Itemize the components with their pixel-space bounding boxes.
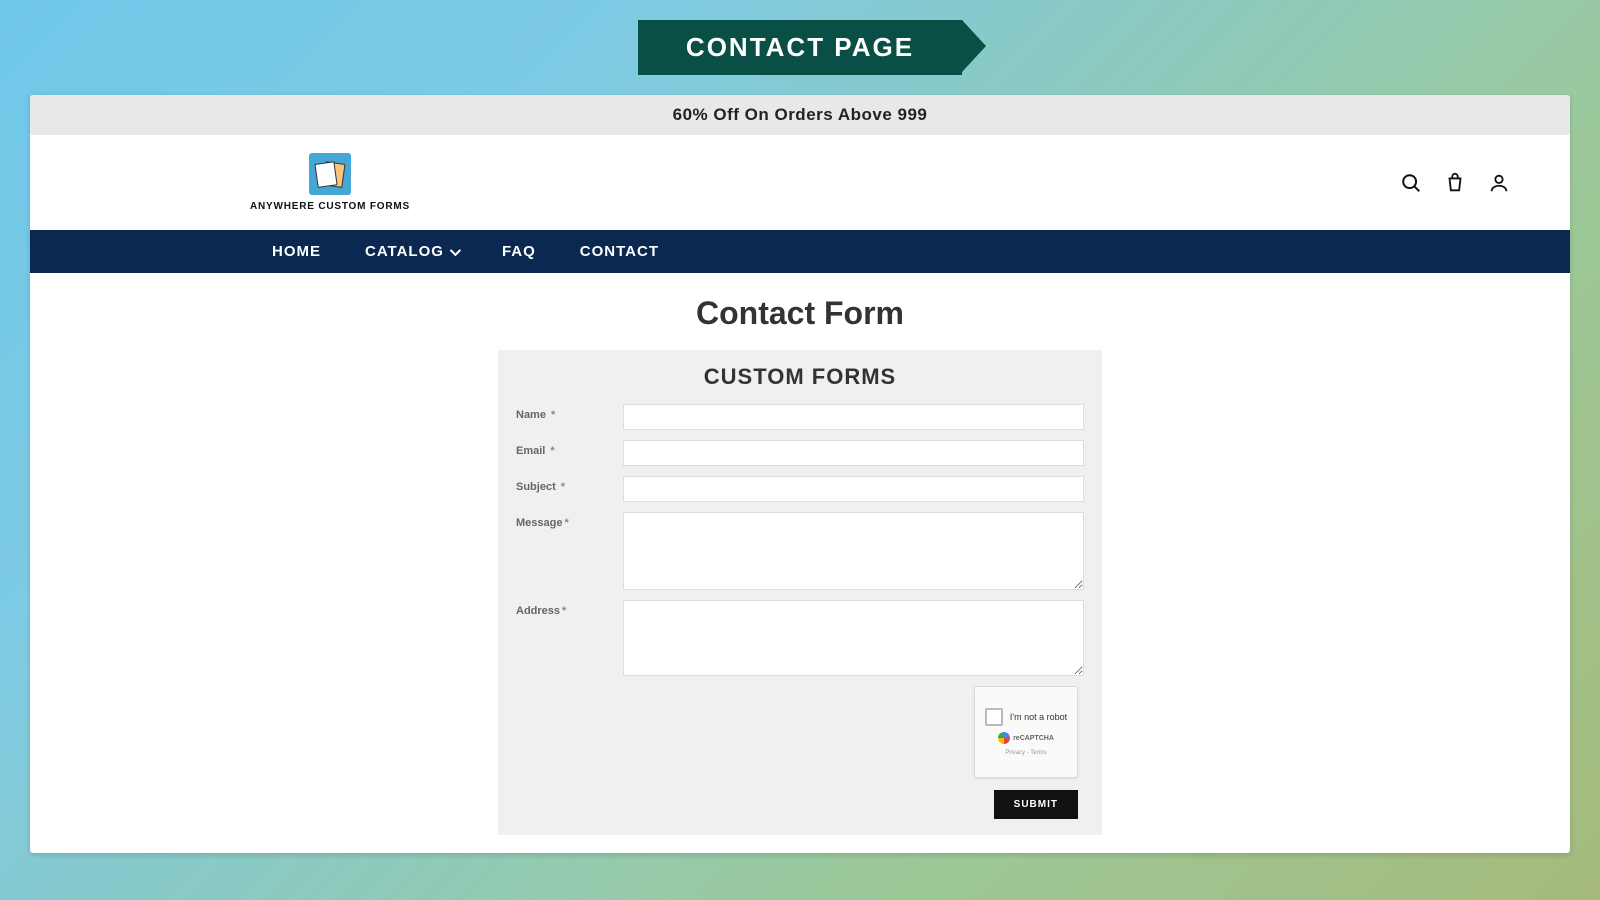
header-icons bbox=[1400, 172, 1510, 194]
address-input[interactable] bbox=[623, 600, 1084, 676]
announcement-bar: 60% Off On Orders Above 999 bbox=[30, 95, 1570, 135]
announcement-text: 60% Off On Orders Above 999 bbox=[673, 105, 928, 124]
recaptcha-terms: Privacy - Terms bbox=[1005, 750, 1046, 756]
nav-contact-label: CONTACT bbox=[580, 243, 659, 260]
nav-faq[interactable]: FAQ bbox=[480, 230, 558, 273]
email-input[interactable] bbox=[623, 440, 1084, 466]
message-label: Message* bbox=[516, 512, 611, 590]
page-container: 60% Off On Orders Above 999 ANYWHERE CUS… bbox=[30, 95, 1570, 853]
recaptcha-checkbox[interactable] bbox=[985, 708, 1003, 726]
form-card: CUSTOM FORMS Name * Email * Subject * Me… bbox=[498, 350, 1102, 835]
subject-label: Subject * bbox=[516, 476, 611, 502]
recaptcha-widget[interactable]: I'm not a robot reCAPTCHA Privacy - Term… bbox=[974, 686, 1078, 778]
name-label: Name * bbox=[516, 404, 611, 430]
message-input[interactable] bbox=[623, 512, 1084, 590]
site-header: ANYWHERE CUSTOM FORMS bbox=[30, 135, 1570, 230]
site-logo[interactable]: ANYWHERE CUSTOM FORMS bbox=[250, 153, 410, 212]
name-input[interactable] bbox=[623, 404, 1084, 430]
address-label: Address* bbox=[516, 600, 611, 676]
submit-button[interactable]: SUBMIT bbox=[994, 790, 1078, 819]
nav-faq-label: FAQ bbox=[502, 243, 536, 260]
logo-text: ANYWHERE CUSTOM FORMS bbox=[250, 201, 410, 212]
nav-contact[interactable]: CONTACT bbox=[558, 230, 681, 273]
ribbon-text: CONTACT PAGE bbox=[686, 32, 914, 62]
logo-icon bbox=[309, 153, 351, 195]
nav-catalog-label: CATALOG bbox=[365, 243, 444, 260]
page-title: Contact Form bbox=[30, 295, 1570, 332]
email-label: Email * bbox=[516, 440, 611, 466]
main-navbar: HOME CATALOG FAQ CONTACT bbox=[30, 230, 1570, 273]
subject-input[interactable] bbox=[623, 476, 1084, 502]
nav-home-label: HOME bbox=[272, 243, 321, 260]
search-icon[interactable] bbox=[1400, 172, 1422, 194]
recaptcha-logo-icon bbox=[998, 732, 1010, 744]
nav-catalog[interactable]: CATALOG bbox=[343, 230, 480, 273]
ribbon-banner: CONTACT PAGE bbox=[638, 20, 962, 75]
form-title: CUSTOM FORMS bbox=[516, 364, 1084, 390]
main-content: Contact Form CUSTOM FORMS Name * Email *… bbox=[30, 273, 1570, 853]
nav-home[interactable]: HOME bbox=[250, 230, 343, 273]
recaptcha-label: I'm not a robot bbox=[1010, 712, 1067, 722]
recaptcha-brand: reCAPTCHA bbox=[998, 732, 1054, 744]
chevron-down-icon bbox=[450, 244, 461, 255]
account-icon[interactable] bbox=[1488, 172, 1510, 194]
cart-icon[interactable] bbox=[1444, 172, 1466, 194]
